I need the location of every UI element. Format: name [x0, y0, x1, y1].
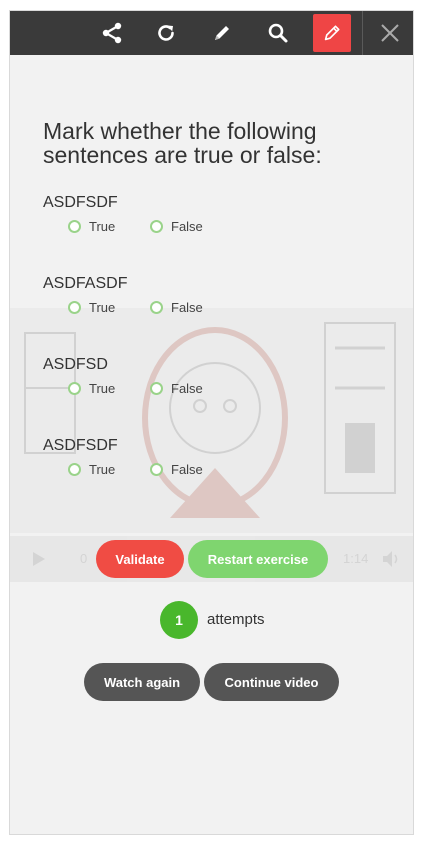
video-background: [10, 308, 413, 533]
true-radio[interactable]: [68, 301, 81, 314]
false-radio[interactable]: [150, 463, 163, 476]
validate-button[interactable]: Validate: [96, 540, 184, 578]
false-label: False: [171, 462, 203, 477]
true-label: True: [89, 462, 116, 477]
true-radio[interactable]: [68, 463, 81, 476]
question-options: True False: [43, 462, 203, 486]
restart-exercise-button[interactable]: Restart exercise: [188, 540, 328, 578]
refresh-icon[interactable]: [144, 11, 188, 55]
true-label: True: [89, 300, 116, 315]
attempts-count-badge: 1: [160, 601, 198, 639]
question-text: ASDFSDF: [43, 194, 118, 211]
question-text: ASDFASDF: [43, 275, 128, 292]
false-radio[interactable]: [150, 220, 163, 233]
play-icon: [33, 552, 45, 566]
character-illustration: [142, 327, 288, 518]
question-3: ASDFSD True False: [43, 355, 203, 405]
question-4: ASDFSDF True False: [43, 436, 203, 486]
question-text: ASDFSD: [43, 356, 108, 373]
exercise-instruction: Mark whether the following sentences are…: [43, 118, 322, 168]
continue-video-button[interactable]: Continue video: [204, 663, 339, 701]
volume-icon: [383, 551, 398, 567]
false-option[interactable]: False: [150, 219, 203, 234]
true-option[interactable]: True: [68, 300, 115, 315]
watch-again-button[interactable]: Watch again: [84, 663, 200, 701]
current-time: 0: [80, 551, 88, 566]
false-label: False: [171, 381, 203, 396]
pencil-edit-icon[interactable]: [310, 11, 354, 55]
pen-icon[interactable]: [200, 11, 244, 55]
question-2: ASDFASDF True False: [43, 274, 203, 324]
false-option[interactable]: False: [150, 462, 203, 477]
true-radio[interactable]: [68, 220, 81, 233]
false-label: False: [171, 219, 203, 234]
true-radio[interactable]: [68, 382, 81, 395]
question-options: True False: [43, 381, 203, 405]
question-1: ASDFSDF True False: [43, 193, 203, 243]
share-icon[interactable]: [90, 11, 134, 55]
question-options: True False: [43, 300, 203, 324]
true-label: True: [89, 381, 116, 396]
toolbar: [10, 11, 413, 55]
close-icon[interactable]: [362, 11, 413, 55]
exercise-panel: 0 1:14 Mark whether the following senten…: [9, 10, 414, 835]
true-label: True: [89, 219, 116, 234]
ticket-office-sign: [324, 322, 396, 494]
attempts-label: attempts: [207, 611, 265, 628]
true-option[interactable]: True: [68, 219, 115, 234]
true-option[interactable]: True: [68, 381, 115, 396]
false-label: False: [171, 300, 203, 315]
duration-time: 1:14: [343, 551, 369, 566]
question-options: True False: [43, 219, 203, 243]
false-option[interactable]: False: [150, 381, 203, 396]
false-radio[interactable]: [150, 382, 163, 395]
question-text: ASDFSDF: [43, 437, 118, 454]
false-radio[interactable]: [150, 301, 163, 314]
search-icon[interactable]: [256, 11, 300, 55]
true-option[interactable]: True: [68, 462, 115, 477]
false-option[interactable]: False: [150, 300, 203, 315]
